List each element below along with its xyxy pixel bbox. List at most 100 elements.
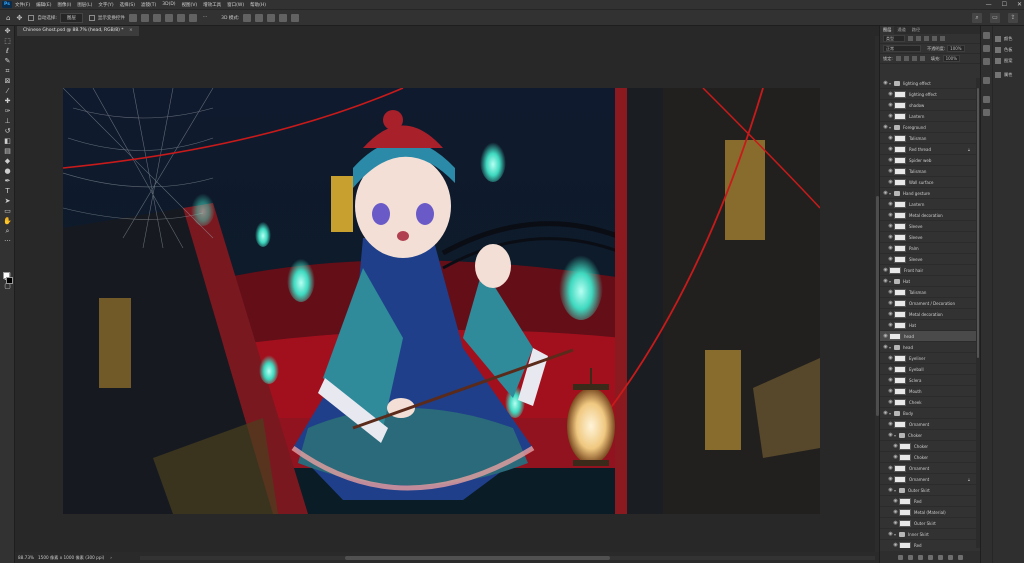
align-center-icon[interactable] xyxy=(140,13,149,22)
visibility-eye-icon[interactable]: ◉ xyxy=(887,366,894,372)
visibility-eye-icon[interactable]: ◉ xyxy=(882,80,889,86)
menu-3d[interactable]: 3D(D) xyxy=(162,2,175,7)
tab-channels[interactable]: 通道 xyxy=(894,26,908,34)
layer-row[interactable]: ◉ Talisman xyxy=(880,133,976,144)
filter-type-icon[interactable] xyxy=(924,36,929,41)
path-select-tool-icon[interactable]: ➤ xyxy=(2,197,13,206)
dock-properties[interactable]: 属性 xyxy=(995,70,1024,80)
layer-row[interactable]: ◉ Ornament / Decoration xyxy=(880,298,976,309)
visibility-eye-icon[interactable]: ◉ xyxy=(887,256,894,262)
menu-plugins[interactable]: 增效工具 xyxy=(203,2,221,8)
visibility-eye-icon[interactable]: ◉ xyxy=(887,487,894,493)
visibility-eye-icon[interactable]: ◉ xyxy=(892,542,899,548)
layer-style-icon[interactable] xyxy=(907,554,913,560)
visibility-eye-icon[interactable]: ◉ xyxy=(887,399,894,405)
menu-view[interactable]: 视图(V) xyxy=(182,2,198,8)
menu-type[interactable]: 文字(Y) xyxy=(98,2,113,8)
move-tool-preset-icon[interactable]: ✥ xyxy=(16,14,22,22)
crop-tool-icon[interactable]: ⌗ xyxy=(2,67,13,76)
adjustment-layer-icon[interactable] xyxy=(927,554,933,560)
info-panel-icon[interactable] xyxy=(983,77,990,84)
visibility-eye-icon[interactable]: ◉ xyxy=(887,157,894,163)
align-top-icon[interactable] xyxy=(164,13,173,22)
visibility-eye-icon[interactable]: ◉ xyxy=(882,190,889,196)
align-right-icon[interactable] xyxy=(152,13,161,22)
align-middle-icon[interactable] xyxy=(176,13,185,22)
lock-transparency-icon[interactable] xyxy=(895,56,901,61)
layer-row[interactable]: ◉ Sleeve xyxy=(880,232,976,243)
lock-pixels-icon[interactable] xyxy=(903,56,909,61)
visibility-eye-icon[interactable]: ◉ xyxy=(887,201,894,207)
search-icon[interactable]: ⌕ xyxy=(972,13,982,23)
show-transform-controls-checkbox[interactable] xyxy=(88,14,95,21)
eraser-tool-icon[interactable]: ◧ xyxy=(2,137,13,146)
visibility-eye-icon[interactable]: ◉ xyxy=(887,531,894,537)
home-icon[interactable]: ⌂ xyxy=(6,14,10,22)
layer-row[interactable]: ◉ Outer Skirt xyxy=(880,518,976,529)
more-tools-icon[interactable]: ··· xyxy=(2,237,13,246)
visibility-eye-icon[interactable]: ◉ xyxy=(887,113,894,119)
3d-scale-icon[interactable] xyxy=(291,13,300,22)
layer-row[interactable]: ◉ Talisman xyxy=(880,287,976,298)
visibility-eye-icon[interactable]: ◉ xyxy=(887,421,894,427)
layer-row[interactable]: ◉ Ornament 🔒︎ xyxy=(880,474,976,485)
blur-tool-icon[interactable]: ◆ xyxy=(2,157,13,166)
layer-row[interactable]: ◉ Metal decoration xyxy=(880,210,976,221)
layer-row[interactable]: ◉ Red xyxy=(880,540,976,548)
visibility-eye-icon[interactable]: ◉ xyxy=(887,300,894,306)
clone-stamp-tool-icon[interactable]: ⊥ xyxy=(2,117,13,126)
visibility-eye-icon[interactable]: ◉ xyxy=(892,520,899,526)
layer-group-row[interactable]: ◉ ▾ head xyxy=(880,342,976,353)
tab-layers[interactable]: 图层 xyxy=(880,26,895,34)
3d-orbit-icon[interactable] xyxy=(243,13,252,22)
lasso-tool-icon[interactable]: ℓ xyxy=(2,47,13,56)
layers-scroll-thumb[interactable] xyxy=(977,88,979,358)
visibility-eye-icon[interactable]: ◉ xyxy=(882,124,889,130)
auto-select-target-dropdown[interactable]: 图层 xyxy=(59,12,83,23)
filter-shape-icon[interactable] xyxy=(932,36,937,41)
canvas-area[interactable] xyxy=(15,36,875,552)
layer-row[interactable]: ◉ Choker xyxy=(880,452,976,463)
layer-group-row[interactable]: ◉ ▾ Outer Skirt xyxy=(880,485,976,496)
character-panel-icon[interactable] xyxy=(983,96,990,103)
pen-tool-icon[interactable]: ✒ xyxy=(2,177,13,186)
lock-all-icon[interactable] xyxy=(919,56,925,61)
layer-row[interactable]: ◉ Hat xyxy=(880,320,976,331)
add-mask-icon[interactable] xyxy=(917,554,923,560)
layer-group-row[interactable]: ◉ ▾ Hat xyxy=(880,276,976,287)
tab-paths[interactable]: 路径 xyxy=(909,26,923,34)
layer-group-row[interactable]: ◉ ▾ Choker xyxy=(880,430,976,441)
group-expand-chevron-icon[interactable]: ▾ xyxy=(889,191,893,196)
paragraph-panel-icon[interactable] xyxy=(983,109,990,116)
menu-edit[interactable]: 编辑(E) xyxy=(36,2,51,8)
layer-row[interactable]: ◉ Cheek xyxy=(880,397,976,408)
fill-field[interactable]: 100% xyxy=(942,55,961,62)
link-layers-icon[interactable] xyxy=(897,554,903,560)
3d-pan-icon[interactable] xyxy=(267,13,276,22)
visibility-eye-icon[interactable]: ◉ xyxy=(892,509,899,515)
group-expand-chevron-icon[interactable]: ▾ xyxy=(894,488,898,493)
marquee-tool-icon[interactable]: ⬚ xyxy=(2,37,13,46)
layer-row[interactable]: ◉ Sleeve xyxy=(880,221,976,232)
dock-swatches[interactable]: 色板 xyxy=(995,45,1024,55)
layer-group-row[interactable]: ◉ ▾ Body xyxy=(880,408,976,419)
visibility-eye-icon[interactable]: ◉ xyxy=(887,355,894,361)
layer-group-row[interactable]: ◉ ▾ Hand gesture xyxy=(880,188,976,199)
visibility-eye-icon[interactable]: ◉ xyxy=(887,289,894,295)
layer-row[interactable]: ◉ Red thread 🔒︎ xyxy=(880,144,976,155)
quick-select-tool-icon[interactable]: ✎ xyxy=(2,57,13,66)
minimize-button[interactable]: — xyxy=(986,0,992,9)
artwork-canvas[interactable] xyxy=(63,88,820,514)
group-expand-chevron-icon[interactable]: ▾ xyxy=(889,125,893,130)
visibility-eye-icon[interactable]: ◉ xyxy=(887,168,894,174)
visibility-eye-icon[interactable]: ◉ xyxy=(887,223,894,229)
align-bottom-icon[interactable] xyxy=(188,13,197,22)
gradient-tool-icon[interactable]: ▤ xyxy=(2,147,13,156)
layer-row[interactable]: ◉ Red xyxy=(880,496,976,507)
more-options-button[interactable]: ··· xyxy=(203,15,207,20)
visibility-eye-icon[interactable]: ◉ xyxy=(887,476,894,482)
visibility-eye-icon[interactable]: ◉ xyxy=(882,278,889,284)
group-expand-chevron-icon[interactable]: ▾ xyxy=(889,411,893,416)
layer-row[interactable]: ◉ Spider web xyxy=(880,155,976,166)
horizontal-scroll-thumb[interactable] xyxy=(345,556,610,560)
